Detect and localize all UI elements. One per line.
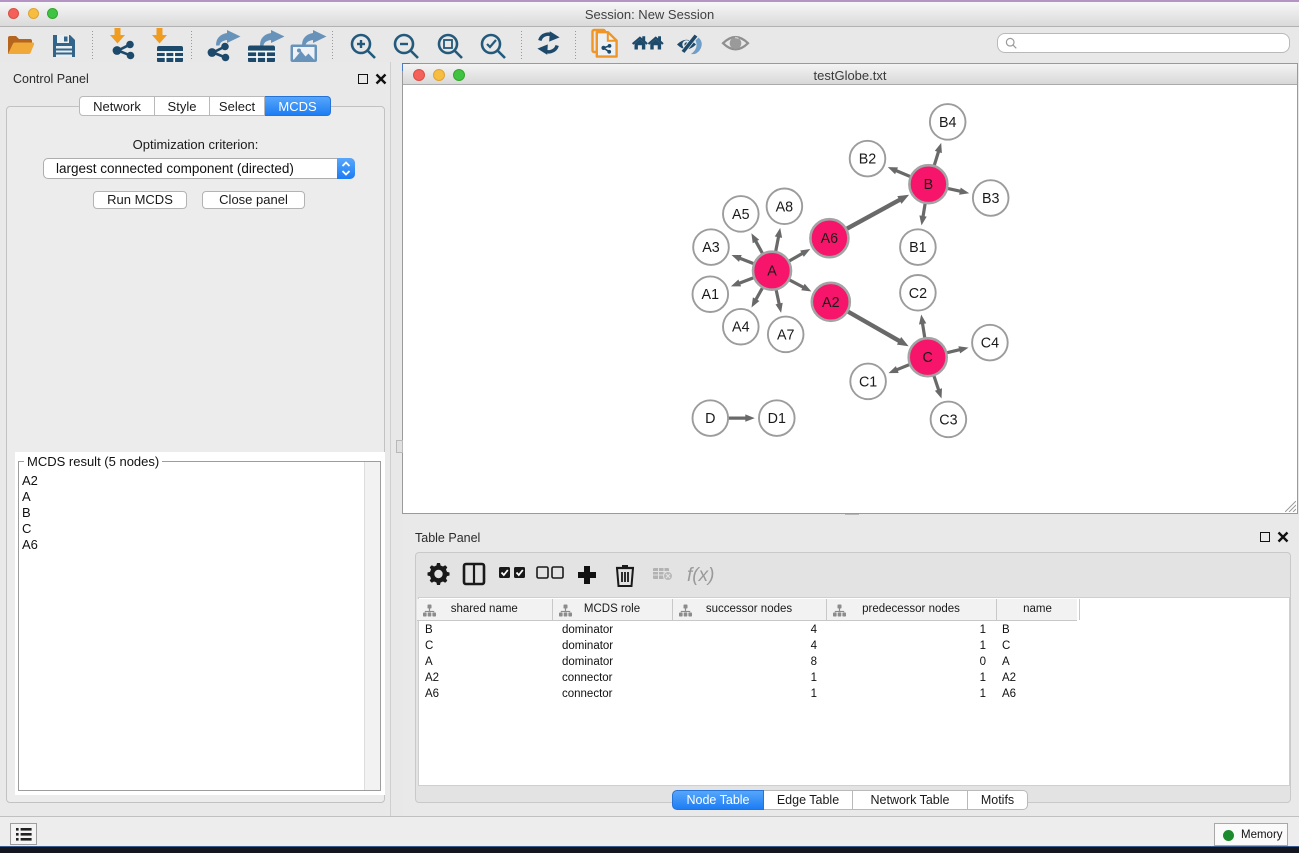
svg-text:B: B [924,177,934,193]
svg-text:A: A [767,264,777,280]
svg-text:A6: A6 [821,231,839,247]
svg-text:C4: C4 [981,336,999,352]
svg-text:D1: D1 [768,411,786,427]
svg-text:A4: A4 [732,320,750,336]
svg-text:B4: B4 [939,115,957,131]
svg-text:B3: B3 [982,191,1000,207]
svg-text:A3: A3 [702,240,720,256]
svg-text:D: D [705,411,715,427]
svg-text:C3: C3 [939,412,957,428]
svg-text:C1: C1 [859,374,877,390]
svg-text:B1: B1 [909,240,927,256]
svg-text:B2: B2 [859,152,877,168]
svg-text:A1: A1 [702,287,720,303]
svg-text:C: C [923,350,933,366]
svg-text:f(x): f(x) [687,565,714,586]
svg-text:A8: A8 [776,199,794,215]
svg-text:A7: A7 [777,327,795,343]
svg-text:C2: C2 [909,286,927,302]
svg-text:A2: A2 [822,295,840,311]
svg-text:A5: A5 [732,207,750,223]
